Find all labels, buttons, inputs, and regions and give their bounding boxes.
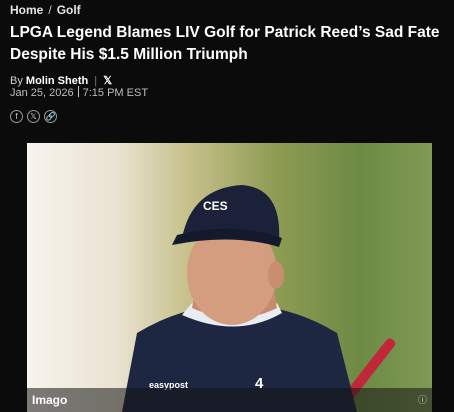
share-buttons: f 𝕏 🔗 — [10, 110, 57, 123]
facebook-share-icon[interactable]: f — [10, 110, 23, 123]
article-hero-image: CES easypost 4 Imago ⓘ — [27, 143, 432, 412]
breadcrumb-section-link[interactable]: Golf — [57, 3, 81, 17]
golfer-illustration: CES easypost 4 — [122, 185, 396, 412]
x-share-icon[interactable]: 𝕏 — [27, 110, 40, 123]
breadcrumb-home-link[interactable]: Home — [10, 3, 43, 17]
cap-logo-text: CES — [203, 199, 228, 213]
dateline: Jan 25, 2026 7:15 PM EST — [10, 86, 148, 99]
breadcrumb: Home / Golf — [10, 3, 81, 17]
image-credit: Imago — [32, 393, 68, 407]
publish-time: 7:15 PM EST — [82, 87, 149, 99]
info-icon[interactable]: ⓘ — [418, 393, 427, 406]
article-title: LPGA Legend Blames LIV Golf for Patrick … — [10, 24, 440, 63]
breadcrumb-separator: / — [48, 3, 52, 17]
image-caption-bar — [27, 388, 432, 412]
publish-date: Jan 25, 2026 — [10, 87, 74, 99]
date-divider — [77, 86, 79, 97]
copy-link-icon[interactable]: 🔗 — [44, 110, 57, 123]
